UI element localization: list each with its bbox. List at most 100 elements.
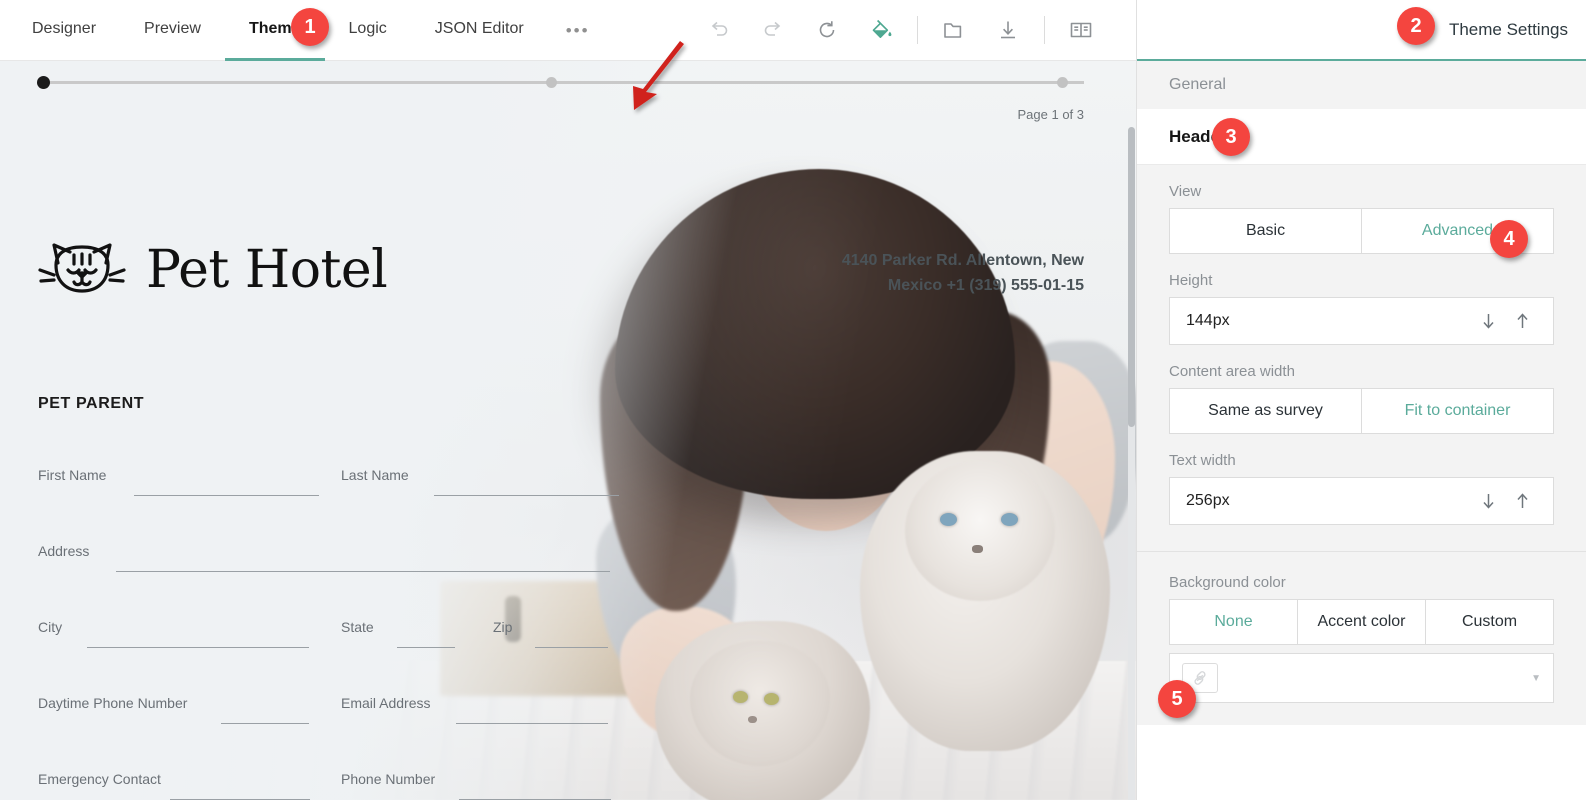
text-width-increment-button[interactable] [1505, 492, 1539, 510]
field-state-label: State [341, 619, 374, 635]
content-area-width-group: Content area width Same as survey Fit to… [1169, 363, 1554, 434]
header-settings-body: View Basic Advanced Height 144px [1137, 165, 1586, 551]
progress-step-3[interactable] [1057, 77, 1068, 88]
canvas-scrollbar-thumb[interactable] [1128, 127, 1135, 427]
toolbar-actions [692, 0, 1108, 60]
tab-designer[interactable]: Designer [8, 0, 120, 61]
reset-button[interactable] [800, 0, 854, 61]
field-email-address-label: Email Address [341, 695, 430, 711]
theme-paint-button[interactable] [854, 0, 908, 61]
download-button[interactable] [981, 0, 1035, 61]
theme-settings-panel: Theme Settings General Header View Basic… [1136, 0, 1586, 800]
background-color-swatch[interactable] [1182, 663, 1218, 693]
undo-button[interactable] [692, 0, 746, 61]
open-file-button[interactable] [927, 0, 981, 61]
progress-track [38, 81, 1084, 84]
field-state[interactable]: State [341, 619, 501, 637]
link-swatch-icon [1191, 669, 1209, 687]
field-city-label: City [38, 619, 62, 635]
field-address-input[interactable] [116, 571, 610, 572]
logo-text: Pet Hotel [146, 240, 387, 300]
height-decrement-button[interactable] [1471, 312, 1505, 330]
tab-json-editor[interactable]: JSON Editor [411, 0, 548, 61]
text-width-stepper[interactable]: 256px [1169, 477, 1554, 525]
field-address-label: Address [38, 543, 89, 559]
field-zip-input[interactable] [535, 647, 608, 648]
content-width-option-fit-to-container[interactable]: Fit to container [1362, 389, 1553, 433]
field-daytime-phone[interactable]: Daytime Phone Number [38, 695, 328, 713]
page-counter: Page 1 of 3 [1018, 107, 1085, 122]
view-option-advanced[interactable]: Advanced [1362, 209, 1553, 253]
background-option-none-label: None [1214, 613, 1252, 631]
content-area-width-label: Content area width [1169, 363, 1554, 380]
field-daytime-phone-input[interactable] [221, 723, 309, 724]
field-phone-number-label: Phone Number [341, 771, 435, 787]
field-city-input[interactable] [87, 647, 309, 648]
background-option-accent-color-label: Accent color [1317, 613, 1405, 631]
survey-logo[interactable]: Pet Hotel [38, 239, 387, 301]
field-email-address-input[interactable] [456, 723, 608, 724]
background-color-body: Background color None Accent color Custo… [1137, 552, 1586, 725]
tab-preview[interactable]: Preview [120, 0, 225, 61]
field-emergency-contact-label: Emergency Contact [38, 771, 161, 787]
background-option-accent-color[interactable]: Accent color [1298, 600, 1426, 644]
redo-button[interactable] [746, 0, 800, 61]
editor-tabs: Designer Preview Theme Logic JSON Editor… [0, 0, 608, 61]
chevron-down-icon[interactable]: ▼ [1531, 673, 1541, 684]
field-city[interactable]: City [38, 619, 308, 637]
content-width-option-same-as-survey-label: Same as survey [1208, 402, 1323, 420]
height-increment-button[interactable] [1505, 312, 1539, 330]
theme-settings-title: Theme Settings [1449, 20, 1568, 40]
background-color-group: Background color None Accent color Custo… [1169, 574, 1554, 703]
field-first-name-input[interactable] [134, 495, 319, 496]
field-email-address[interactable]: Email Address [341, 695, 631, 713]
designer-pane: Designer Preview Theme Logic JSON Editor… [0, 0, 1136, 800]
height-value[interactable]: 144px [1186, 312, 1471, 330]
height-stepper[interactable]: 144px [1169, 297, 1554, 345]
toolbar-divider-1 [917, 16, 918, 44]
arrow-down-icon [1481, 492, 1496, 510]
header-address: 4140 Parker Rd. Allentown, New Mexico +1… [804, 249, 1084, 299]
field-last-name-input[interactable] [434, 495, 619, 496]
settings-group-general-label: General [1169, 76, 1226, 94]
background-option-custom[interactable]: Custom [1426, 600, 1553, 644]
canvas-scrollbar[interactable] [1128, 127, 1135, 800]
background-color-segmented-control: None Accent color Custom [1169, 599, 1554, 645]
toolbar-divider-2 [1044, 16, 1045, 44]
preview-book-icon [1068, 18, 1094, 42]
tab-logic[interactable]: Logic [325, 0, 411, 61]
text-width-value[interactable]: 256px [1186, 492, 1471, 510]
field-last-name[interactable]: Last Name [341, 467, 611, 485]
field-zip[interactable]: Zip [493, 619, 653, 637]
field-emergency-contact[interactable]: Emergency Contact [38, 771, 328, 789]
background-color-picker[interactable]: ▼ [1169, 653, 1554, 703]
field-first-name[interactable]: First Name [38, 467, 298, 485]
tab-theme-label: Theme [249, 20, 301, 38]
top-toolbar: Designer Preview Theme Logic JSON Editor… [0, 0, 1136, 61]
view-option-basic[interactable]: Basic [1170, 209, 1362, 253]
tab-designer-label: Designer [32, 20, 96, 38]
tab-theme[interactable]: Theme [225, 0, 325, 61]
page-title: PET PARENT [38, 395, 144, 413]
progress-bar[interactable] [38, 77, 1084, 87]
content-width-option-fit-to-container-label: Fit to container [1405, 402, 1511, 420]
progress-step-2[interactable] [546, 77, 557, 88]
view-option-advanced-label: Advanced [1422, 222, 1493, 240]
field-daytime-phone-label: Daytime Phone Number [38, 695, 187, 711]
background-option-none[interactable]: None [1170, 600, 1298, 644]
survey-content: Page 1 of 3 Pet Hotel [0, 61, 1136, 800]
text-width-decrement-button[interactable] [1471, 492, 1505, 510]
field-state-input[interactable] [397, 647, 455, 648]
field-address[interactable]: Address [38, 543, 608, 561]
content-width-option-same-as-survey[interactable]: Same as survey [1170, 389, 1362, 433]
header-accordion[interactable]: Header [1137, 109, 1586, 165]
progress-step-1[interactable] [37, 76, 50, 89]
tab-preview-label: Preview [144, 20, 201, 38]
height-label: Height [1169, 272, 1554, 289]
theme-settings-header: Theme Settings [1137, 0, 1586, 61]
field-phone-number[interactable]: Phone Number [341, 771, 631, 789]
more-tabs-button[interactable]: ••• [548, 0, 608, 61]
settings-group-general[interactable]: General [1137, 61, 1586, 109]
redo-icon [761, 18, 785, 42]
preview-book-button[interactable] [1054, 0, 1108, 61]
